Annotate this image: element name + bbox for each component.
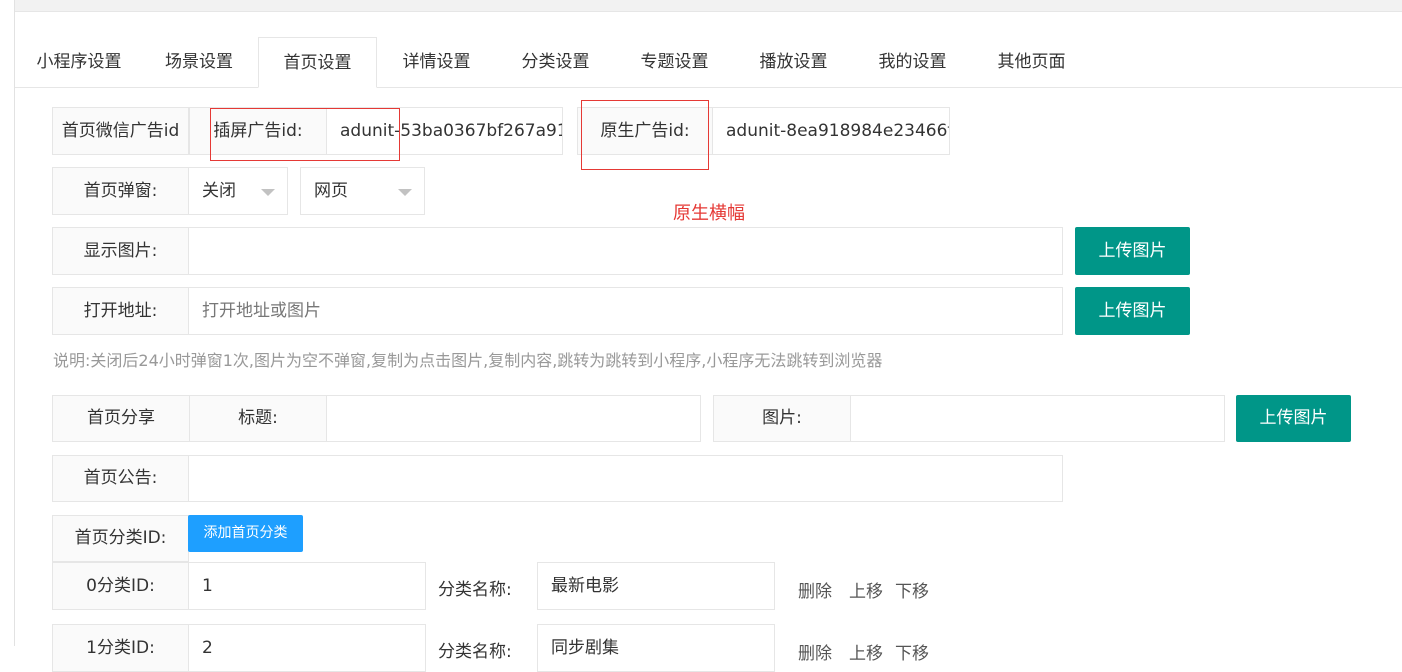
category-move-down-link[interactable]: 下移 [895,577,929,602]
popup-type-select[interactable]: 网页 [300,167,425,215]
tab-miniprogram-settings[interactable]: 小程序设置 [19,37,139,87]
chevron-down-icon [261,189,275,196]
top-bar [14,0,1402,12]
share-title-label: 标题: [189,395,327,442]
wechat-ad-label: 首页微信广告id [52,107,189,155]
tab-scene-settings[interactable]: 场景设置 [139,37,259,87]
share-image-input[interactable] [850,395,1225,442]
open-link-placeholder: 打开地址或图片 [202,301,321,321]
category-name-label: 分类名称: [438,642,512,662]
popup-type-value: 网页 [314,181,348,201]
native-ad-input[interactable]: adunit-8ea918984e23466f [712,107,950,155]
category-id-label: 1分类ID: [52,624,189,672]
share-title-input[interactable] [326,395,701,442]
chevron-down-icon [398,189,412,196]
home-notice-label: 首页公告: [52,455,189,502]
display-image-label: 显示图片: [52,227,189,275]
settings-tabs: 小程序设置 场景设置 首页设置 详情设置 分类设置 专题设置 播放设置 我的设置… [15,37,1402,88]
category-id-label: 0分类ID: [52,562,189,610]
category-id-input[interactable]: 1 [188,562,426,610]
share-image-label: 图片: [713,395,851,442]
home-share-label: 首页分享 [52,395,190,442]
category-delete-link[interactable]: 删除 [798,639,832,664]
open-link-input[interactable]: 打开地址或图片 [188,287,1063,335]
tab-topic-settings[interactable]: 专题设置 [615,37,734,87]
display-image-input[interactable] [188,227,1063,275]
category-move-up-link[interactable]: 上移 [849,639,883,664]
home-popup-label: 首页弹窗: [52,167,189,215]
tab-other-pages[interactable]: 其他页面 [972,37,1091,87]
open-link-label: 打开地址: [52,287,189,335]
popup-state-select[interactable]: 关闭 [188,167,288,215]
category-name-input[interactable]: 同步剧集 [537,624,775,672]
add-home-category-button[interactable]: 添加首页分类 [188,515,303,552]
tab-category-settings[interactable]: 分类设置 [496,37,615,87]
tab-play-settings[interactable]: 播放设置 [734,37,853,87]
category-name-label: 分类名称: [438,580,512,600]
popup-note: 说明:关闭后24小时弹窗1次,图片为空不弹窗,复制为点击图片,复制内容,跳转为跳… [53,351,883,370]
category-id-input[interactable]: 2 [188,624,426,672]
home-notice-input[interactable] [188,455,1063,502]
popup-state-value: 关闭 [202,181,236,201]
upload-link-image-button[interactable]: 上传图片 [1075,287,1190,335]
home-category-label: 首页分类ID: [52,515,189,562]
category-delete-link[interactable]: 删除 [798,577,832,602]
tab-home-settings[interactable]: 首页设置 [258,37,377,88]
tab-detail-settings[interactable]: 详情设置 [377,37,496,87]
annotation-box-native [581,100,709,170]
annotation-native-banner: 原生横幅 [673,203,745,224]
tab-my-settings[interactable]: 我的设置 [853,37,972,87]
upload-display-image-button[interactable]: 上传图片 [1075,227,1190,275]
category-move-down-link[interactable]: 下移 [895,639,929,664]
category-name-input[interactable]: 最新电影 [537,562,775,610]
left-border [14,0,15,646]
category-move-up-link[interactable]: 上移 [849,577,883,602]
annotation-box-interstitial [210,108,400,161]
upload-share-image-button[interactable]: 上传图片 [1236,395,1351,442]
